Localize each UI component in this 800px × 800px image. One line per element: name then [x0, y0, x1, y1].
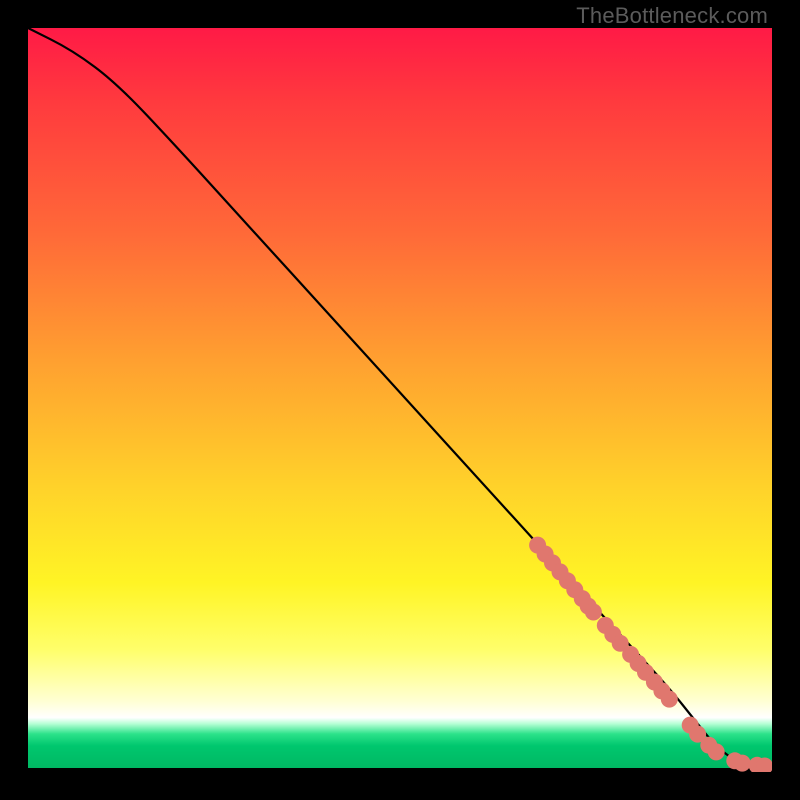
attribution-text: TheBottleneck.com: [576, 3, 768, 29]
chart-frame: [28, 28, 772, 772]
chart-background-gradient: [28, 28, 772, 768]
